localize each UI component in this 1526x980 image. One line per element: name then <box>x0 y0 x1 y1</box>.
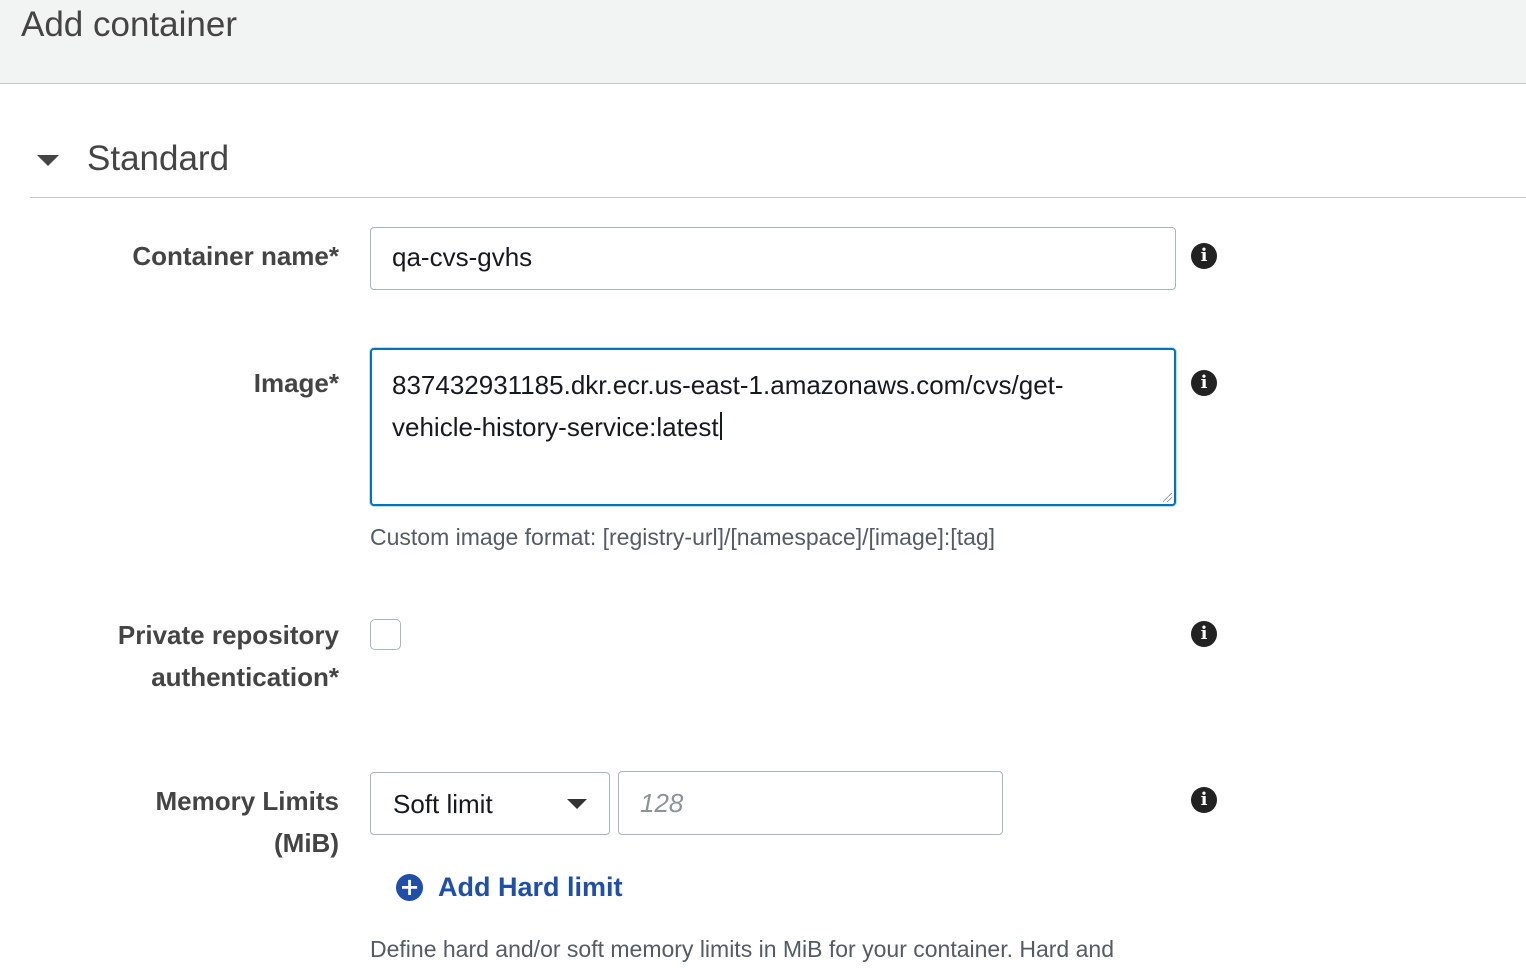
add-hard-limit-link[interactable]: + Add Hard limit <box>396 868 623 906</box>
memory-limit-placeholder: 128 <box>640 788 684 818</box>
add-hard-limit-label: Add Hard limit <box>438 872 623 902</box>
memory-limits-hint: Define hard and/or soft memory limits in… <box>370 936 1114 962</box>
memory-limit-input[interactable]: 128 <box>618 771 1003 835</box>
info-icon[interactable]: i <box>1191 787 1217 813</box>
container-name-label: Container name* <box>132 241 339 271</box>
container-name-input[interactable]: qa-cvs-gvhs <box>370 227 1176 290</box>
info-icon[interactable]: i <box>1191 621 1217 647</box>
memory-limits-label-line2: (MiB) <box>274 828 339 858</box>
image-textarea[interactable]: 837432931185.dkr.ecr.us-east-1.amazonaws… <box>370 348 1176 506</box>
private-repo-checkbox[interactable] <box>370 619 401 650</box>
text-caret <box>719 412 722 440</box>
image-value-line2: vehicle-history-service:latest <box>392 412 719 442</box>
plus-circle-icon: + <box>396 873 423 901</box>
image-value-line1: 837432931185.dkr.ecr.us-east-1.amazonaws… <box>392 370 1064 400</box>
section-title-standard[interactable]: Standard <box>87 138 229 180</box>
section-divider <box>30 197 1526 198</box>
image-value-line2-wrapper: vehicle-history-service:latest <box>392 406 722 448</box>
image-format-hint: Custom image format: [registry-url]/[nam… <box>370 524 996 550</box>
memory-limits-label-line1: Memory Limits <box>155 786 340 816</box>
resize-handle-icon[interactable] <box>1163 493 1172 502</box>
caret-down-icon[interactable] <box>37 155 59 166</box>
chevron-down-icon <box>567 799 587 809</box>
page-title: Add container <box>21 5 237 44</box>
container-name-value: qa-cvs-gvhs <box>392 242 533 272</box>
private-repo-label-line2: authentication* <box>151 662 339 692</box>
private-repo-label-line1: Private repository <box>117 620 339 650</box>
info-icon[interactable]: i <box>1191 370 1217 396</box>
info-icon[interactable]: i <box>1191 243 1217 269</box>
memory-limit-type-select[interactable]: Soft limit <box>370 772 610 835</box>
memory-limit-type-value: Soft limit <box>393 789 493 819</box>
image-label: Image* <box>253 368 339 398</box>
page-header: Add container <box>0 0 1526 84</box>
